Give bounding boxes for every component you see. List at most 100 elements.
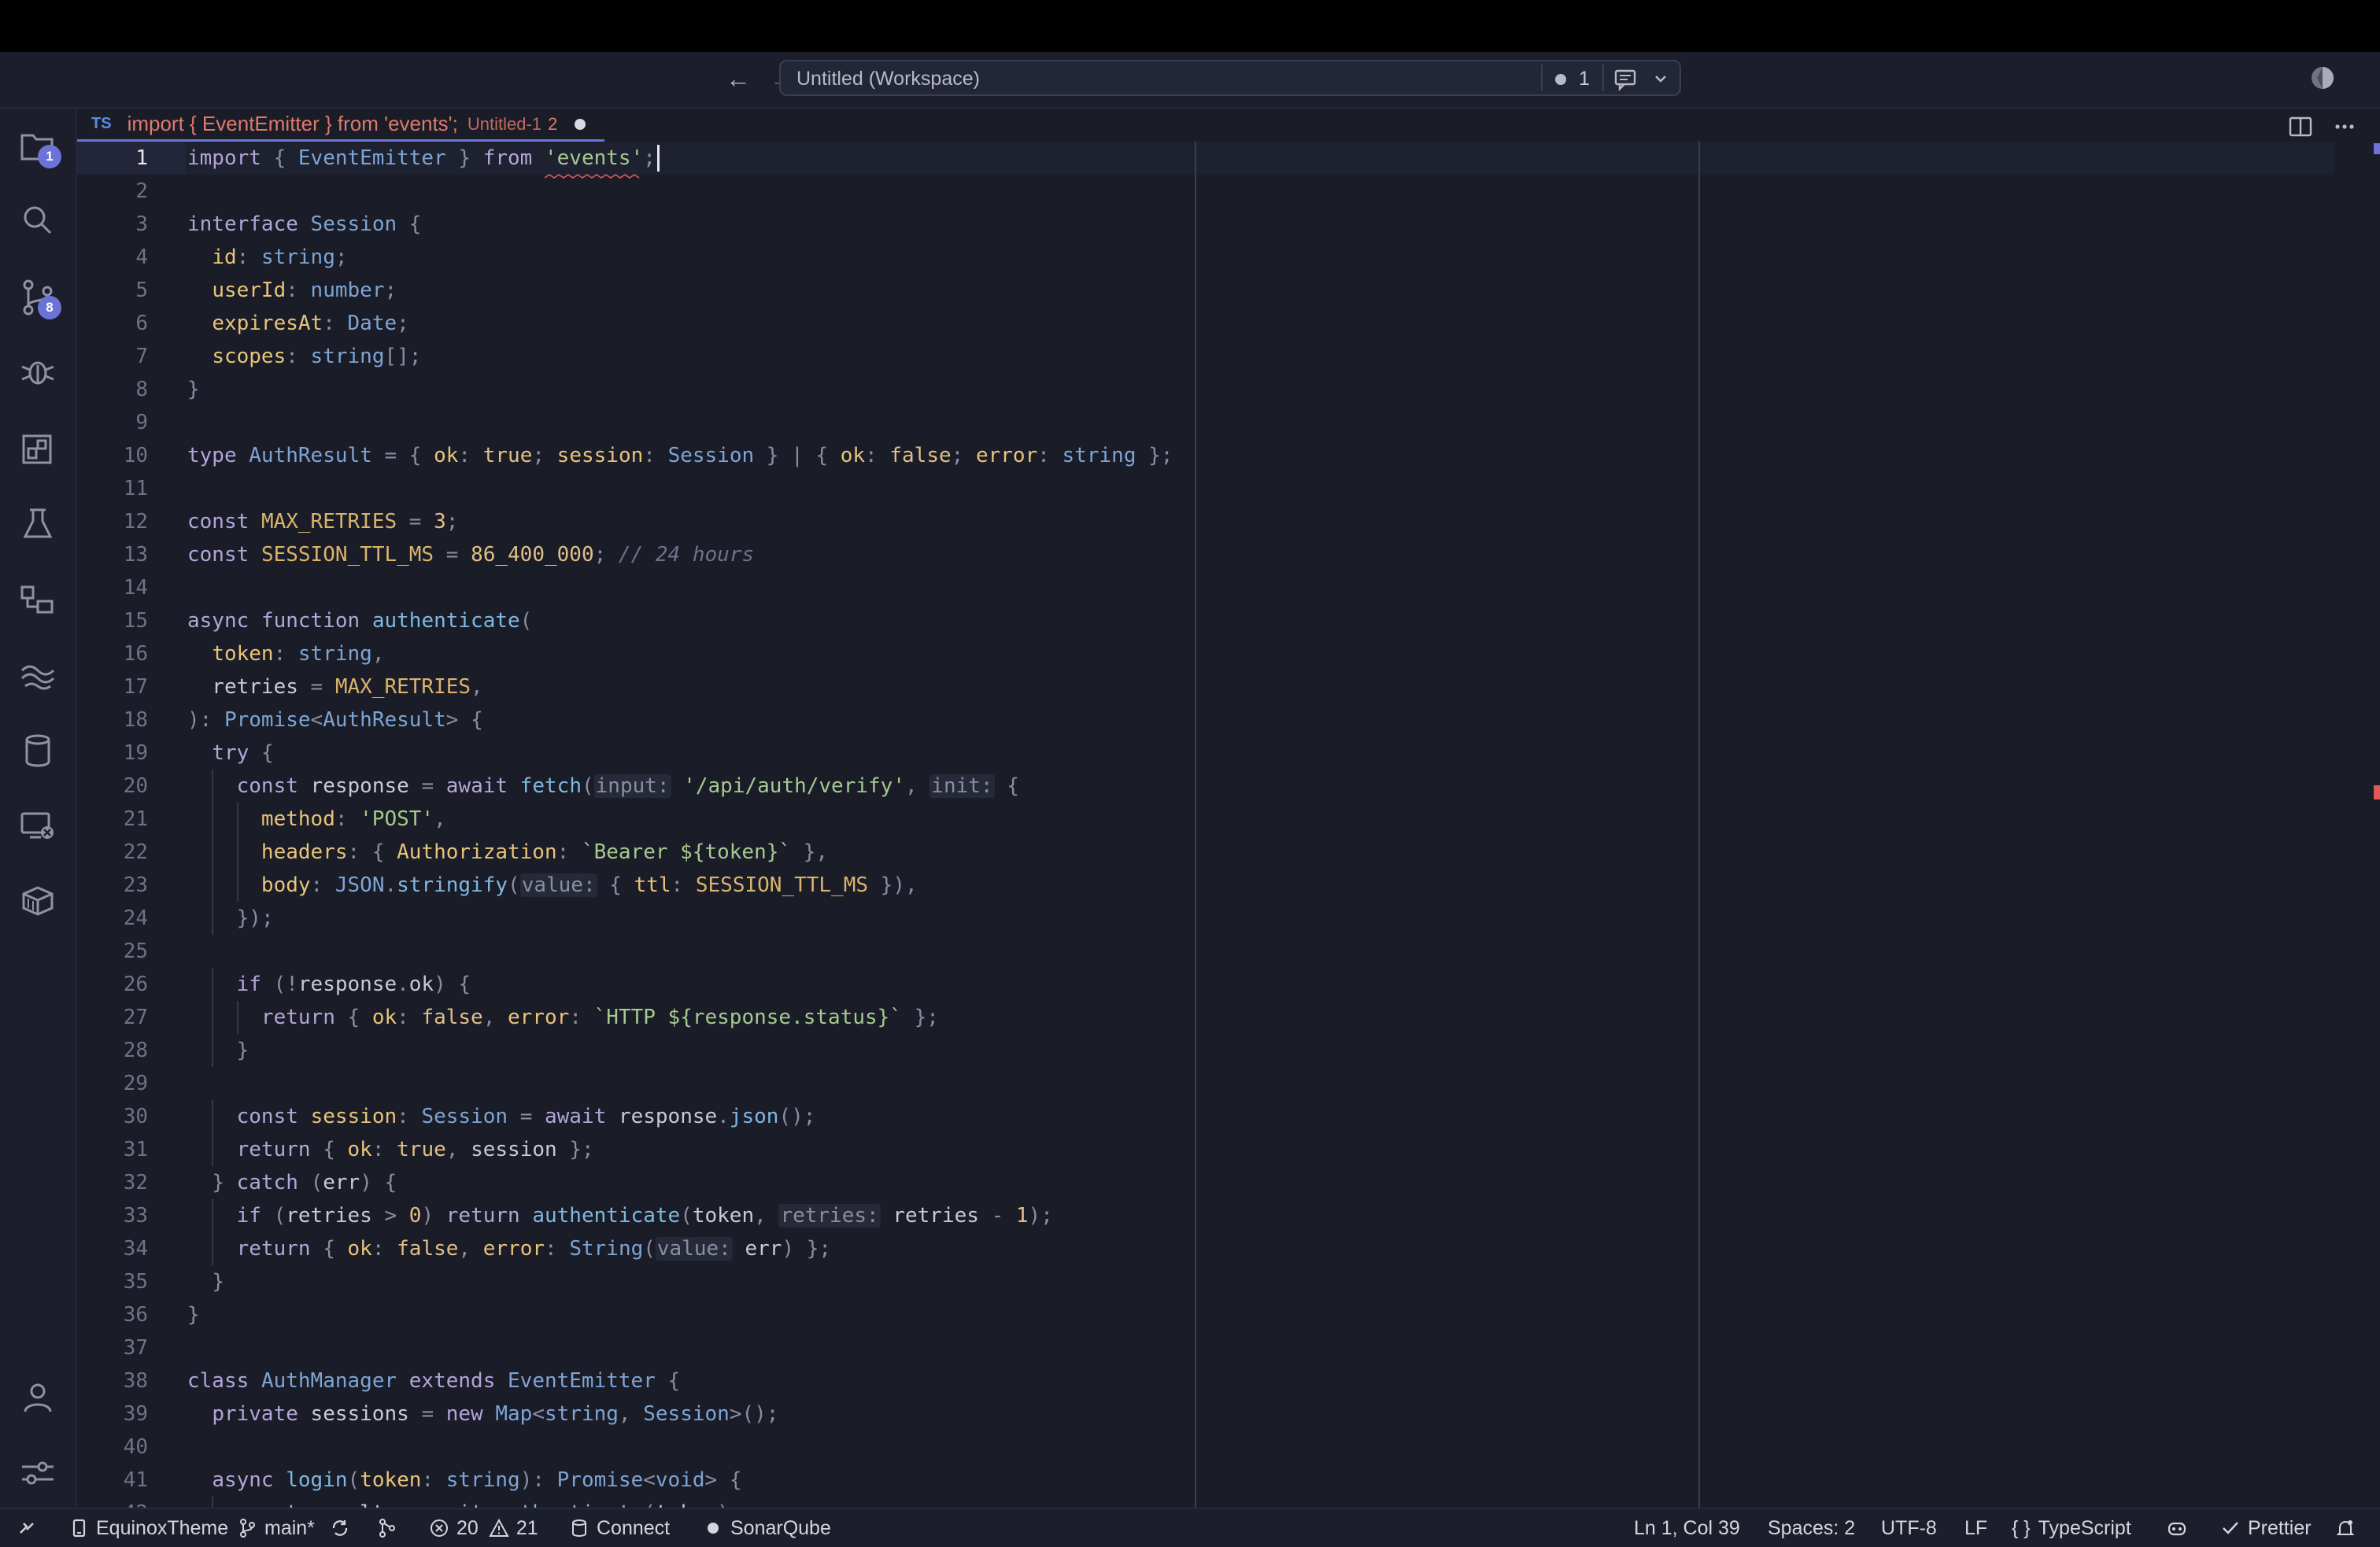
remote-explorer-icon[interactable] bbox=[17, 579, 58, 620]
remote-indicator[interactable] bbox=[16, 1509, 44, 1547]
code-line[interactable]: 25 bbox=[77, 935, 2334, 968]
account-icon[interactable] bbox=[17, 1377, 58, 1418]
code-line[interactable]: 15 async function authenticate( bbox=[77, 604, 2334, 637]
editor-tab[interactable]: TS import { EventEmitter } from 'events'… bbox=[77, 109, 605, 142]
code-line[interactable]: 12 const MAX_RETRIES = 3; bbox=[77, 505, 2334, 538]
code-line[interactable]: 5 userId: number; bbox=[77, 274, 2334, 307]
back-button[interactable]: ← bbox=[722, 61, 754, 96]
code-line[interactable]: 28 } bbox=[77, 1034, 2334, 1067]
code-line[interactable]: 17 retries = MAX_RETRIES, bbox=[77, 670, 2334, 703]
database-icon[interactable] bbox=[17, 730, 58, 771]
indentation[interactable]: Spaces: 2 bbox=[1768, 1509, 1855, 1547]
code-line[interactable]: 16 token: string, bbox=[77, 637, 2334, 670]
split-editor-icon[interactable] bbox=[2287, 113, 2314, 140]
code-line[interactable]: 39 private sessions = new Map<string, Se… bbox=[77, 1397, 2334, 1431]
problems-indicator[interactable]: 20 21 bbox=[428, 1509, 538, 1547]
code-line[interactable]: 36} bbox=[77, 1298, 2334, 1331]
git-branch-icon bbox=[240, 1519, 255, 1538]
notifications-button[interactable] bbox=[2334, 1509, 2363, 1547]
connect-button[interactable]: Connect bbox=[568, 1509, 670, 1547]
typescript-file-icon: TS bbox=[91, 115, 112, 132]
code-line[interactable]: 20 const response = await fetch(input: '… bbox=[77, 770, 2334, 803]
language-mode[interactable]: { } TypeScript bbox=[2012, 1509, 2131, 1547]
code-line[interactable]: 29 bbox=[77, 1067, 2334, 1100]
end-of-line[interactable]: LF bbox=[1964, 1509, 1987, 1547]
extensions-icon[interactable] bbox=[17, 428, 58, 469]
line-number: 10 bbox=[123, 444, 148, 467]
code-line[interactable]: 22 headers: { Authorization: `Bearer ${t… bbox=[77, 836, 2334, 869]
code-line[interactable]: 30 const session: Session = await respon… bbox=[77, 1100, 2334, 1133]
explorer-icon[interactable]: 1 bbox=[17, 126, 61, 168]
chat-icon[interactable] bbox=[1612, 65, 1640, 93]
code-line[interactable]: 14 bbox=[77, 571, 2334, 604]
project-indicator[interactable]: EquinoxTheme bbox=[68, 1509, 228, 1547]
copilot-button[interactable] bbox=[2166, 1509, 2194, 1547]
code-line[interactable]: 19 try { bbox=[77, 737, 2334, 770]
code-line[interactable]: 37 bbox=[77, 1331, 2334, 1364]
code-line[interactable]: 41 async login(token: string): Promise<v… bbox=[77, 1464, 2334, 1497]
code-line[interactable]: 18): Promise<AuthResult> { bbox=[77, 703, 2334, 737]
code-line[interactable]: 26 if (!response.ok) { bbox=[77, 968, 2334, 1001]
line-number: 13 bbox=[123, 543, 148, 567]
line-number: 21 bbox=[123, 807, 148, 831]
code-text: type AuthResult = { ok: true; session: S… bbox=[187, 444, 1173, 467]
chevron-down-icon[interactable] bbox=[1650, 66, 1672, 91]
more-actions-icon[interactable] bbox=[2331, 113, 2358, 140]
cursor-position[interactable]: Ln 1, Col 39 bbox=[1634, 1509, 1740, 1547]
code-line[interactable]: 24 }); bbox=[77, 902, 2334, 935]
prettier-label: Prettier bbox=[2248, 1516, 2312, 1539]
indent-guide bbox=[212, 869, 214, 902]
divider bbox=[1541, 65, 1543, 91]
code-line[interactable]: 23 body: JSON.stringify(value: { ttl: SE… bbox=[77, 869, 2334, 902]
code-line[interactable]: 40 bbox=[77, 1431, 2334, 1464]
code-line[interactable]: 6 expiresAt: Date; bbox=[77, 307, 2334, 340]
search-icon[interactable] bbox=[17, 200, 58, 241]
remote-monitor-icon[interactable] bbox=[17, 806, 58, 847]
code-line[interactable]: 38 class AuthManager extends EventEmitter… bbox=[77, 1364, 2334, 1397]
code-line[interactable]: 9 bbox=[77, 406, 2334, 439]
code-line[interactable]: 27 return { ok: false, error: `HTTP ${re… bbox=[77, 1001, 2334, 1034]
code-line[interactable]: 21 method: 'POST', bbox=[77, 803, 2334, 836]
code-text: ): Promise<AuthResult> { bbox=[187, 708, 483, 732]
unsaved-dot-icon[interactable] bbox=[575, 118, 586, 130]
container-box-icon[interactable] bbox=[17, 880, 58, 921]
sonarqube-indicator[interactable]: SonarQube bbox=[702, 1509, 831, 1547]
sync-button[interactable] bbox=[329, 1509, 357, 1547]
prettier-indicator[interactable]: Prettier bbox=[2219, 1509, 2312, 1547]
code-line[interactable]: 35 } bbox=[77, 1265, 2334, 1298]
code-line[interactable]: 34 return { ok: false, error: String(val… bbox=[77, 1232, 2334, 1265]
code-text: body: JSON.stringify(value: { ttl: SESSI… bbox=[261, 873, 918, 897]
status-bar: EquinoxTheme main* 20 21 Connect SonarQu… bbox=[0, 1508, 2380, 1547]
theme-toggle-icon[interactable] bbox=[2309, 65, 2336, 91]
code-line[interactable]: 11 bbox=[77, 472, 2334, 505]
testing-flask-icon[interactable] bbox=[17, 504, 58, 545]
problems-count[interactable]: 1 bbox=[1579, 68, 1590, 90]
code-line[interactable]: 31 return { ok: true, session }; bbox=[77, 1133, 2334, 1166]
branch-indicator[interactable]: main* bbox=[236, 1509, 315, 1547]
code-line[interactable]: 8} bbox=[77, 373, 2334, 406]
code-line[interactable]: 33 if (retries > 0) return authenticate(… bbox=[77, 1199, 2334, 1232]
code-line[interactable]: 10 type AuthResult = { ok: true; session:… bbox=[77, 439, 2334, 472]
code-editor[interactable]: 1 import { EventEmitter } from 'events'; 2… bbox=[77, 142, 2380, 1508]
command-center[interactable]: Untitled (Workspace) 1 bbox=[779, 60, 1681, 96]
code-line[interactable]: 32 } catch (err) { bbox=[77, 1166, 2334, 1199]
line-number: 36 bbox=[123, 1303, 148, 1327]
git-graph-button[interactable] bbox=[376, 1509, 405, 1547]
line-number: 27 bbox=[123, 1006, 148, 1029]
device-icon bbox=[72, 1519, 86, 1538]
code-text: async function authenticate( bbox=[187, 609, 533, 633]
code-line[interactable]: 42 const result = await authenticate(tok… bbox=[77, 1497, 2334, 1508]
debug-icon[interactable] bbox=[17, 351, 58, 392]
code-line[interactable]: 4 id: string; bbox=[77, 241, 2334, 274]
code-line[interactable]: 7 scopes: string[]; bbox=[77, 340, 2334, 373]
timeline-wave-icon[interactable] bbox=[17, 655, 58, 696]
line-number: 40 bbox=[123, 1435, 148, 1459]
code-line[interactable]: 2 bbox=[77, 175, 2334, 208]
code-line[interactable]: 3 interface Session { bbox=[77, 208, 2334, 241]
code-line[interactable]: 13 const SESSION_TTL_MS = 86_400_000; // … bbox=[77, 538, 2334, 571]
back-arrow-icon: ← bbox=[726, 64, 751, 93]
source-control-icon[interactable]: 8 bbox=[17, 277, 61, 319]
encoding[interactable]: UTF-8 bbox=[1881, 1509, 1937, 1547]
code-line[interactable]: 1 import { EventEmitter } from 'events'; bbox=[77, 142, 2334, 175]
settings-sliders-icon[interactable] bbox=[17, 1453, 58, 1493]
